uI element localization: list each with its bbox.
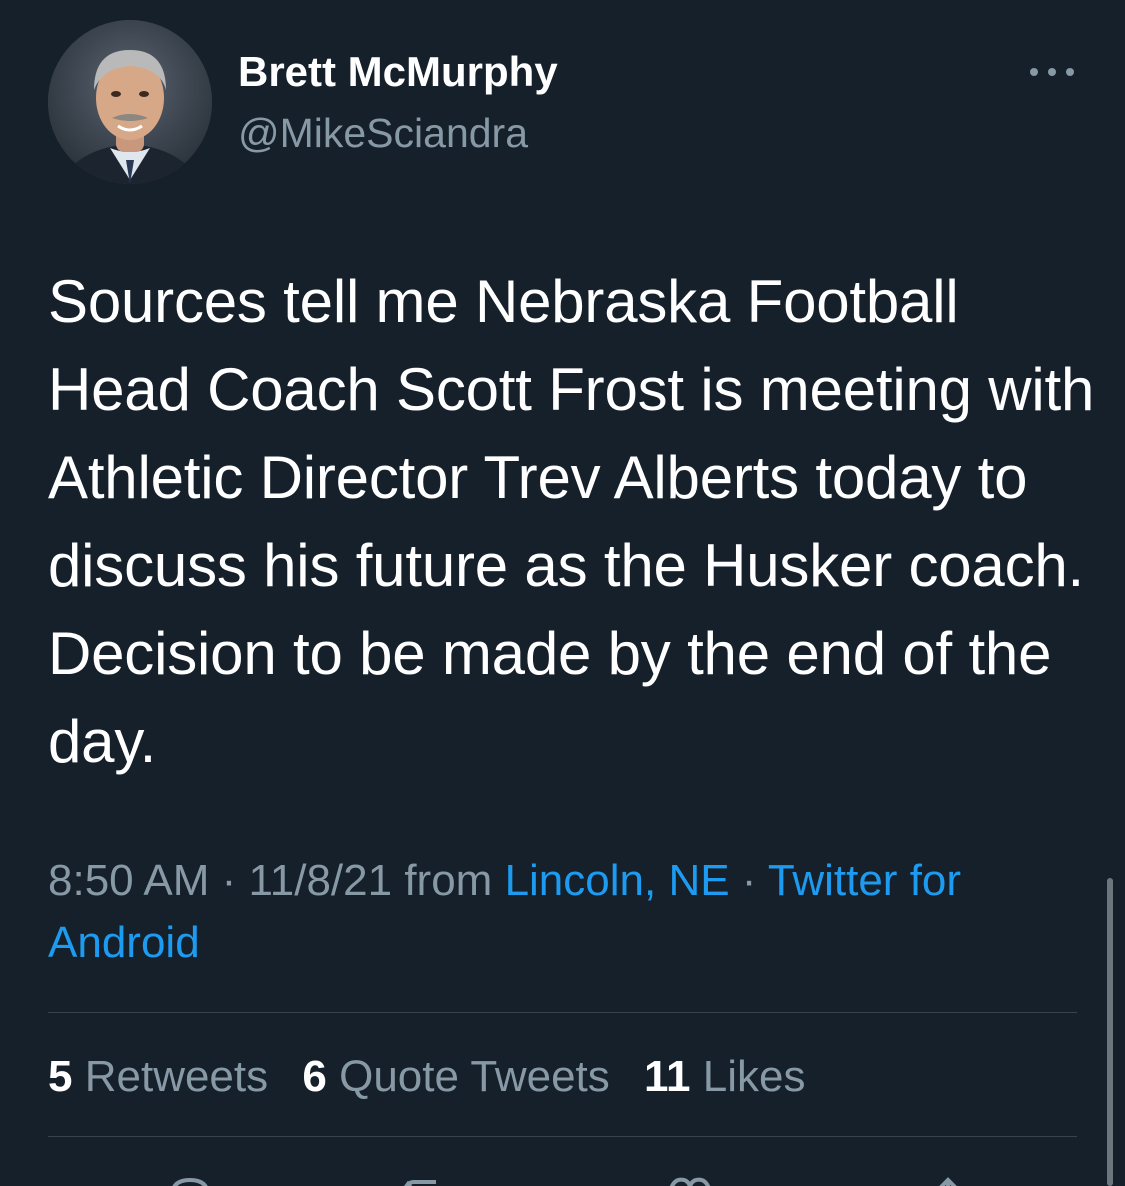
quote-tweets-count: 6	[302, 1052, 327, 1101]
user-handle[interactable]: @MikeSciandra	[238, 110, 528, 157]
engagement-stats: 5 Retweets 6 Quote Tweets 11 Likes	[48, 1050, 827, 1104]
retweets-count: 5	[48, 1052, 73, 1101]
more-options-button[interactable]	[1022, 54, 1082, 90]
likes-stat[interactable]: 11 Likes	[644, 1052, 805, 1101]
from-label: from	[404, 856, 493, 905]
heart-icon	[669, 1177, 711, 1186]
quote-tweets-label: Quote Tweets	[339, 1052, 610, 1101]
divider	[48, 1136, 1077, 1137]
action-bar	[0, 1160, 1125, 1186]
location-link[interactable]: Lincoln, NE	[505, 856, 730, 905]
reply-icon	[172, 1177, 208, 1186]
tweet-meta: 8:50 AM · 11/8/21 from Lincoln, NE · Twi…	[48, 856, 962, 967]
like-button[interactable]	[660, 1172, 720, 1186]
share-button[interactable]	[918, 1172, 978, 1186]
tweet-text: Sources tell me Nebraska Football Head C…	[48, 268, 1095, 775]
reply-button[interactable]	[160, 1172, 220, 1186]
tweet-time[interactable]: 8:50 AM	[48, 856, 209, 905]
scrollbar[interactable]	[1107, 878, 1113, 1186]
quote-tweets-stat[interactable]: 6 Quote Tweets	[302, 1052, 609, 1101]
avatar-image	[48, 20, 212, 184]
avatar[interactable]	[48, 20, 212, 184]
share-icon	[939, 1177, 957, 1186]
likes-label: Likes	[702, 1052, 806, 1101]
retweet-button[interactable]	[400, 1172, 460, 1186]
likes-count: 11	[644, 1052, 691, 1101]
tweet-date[interactable]: 11/8/21	[249, 856, 393, 905]
divider	[48, 1012, 1077, 1013]
display-name[interactable]: Brett McMurphy	[238, 48, 558, 96]
retweet-icon	[404, 1180, 436, 1186]
tweet-detail: Brett McMurphy @MikeSciandra Sources tel…	[0, 0, 1125, 1186]
retweets-label: Retweets	[84, 1052, 269, 1101]
retweets-stat[interactable]: 5 Retweets	[48, 1052, 268, 1101]
more-horizontal-icon	[1030, 68, 1074, 76]
